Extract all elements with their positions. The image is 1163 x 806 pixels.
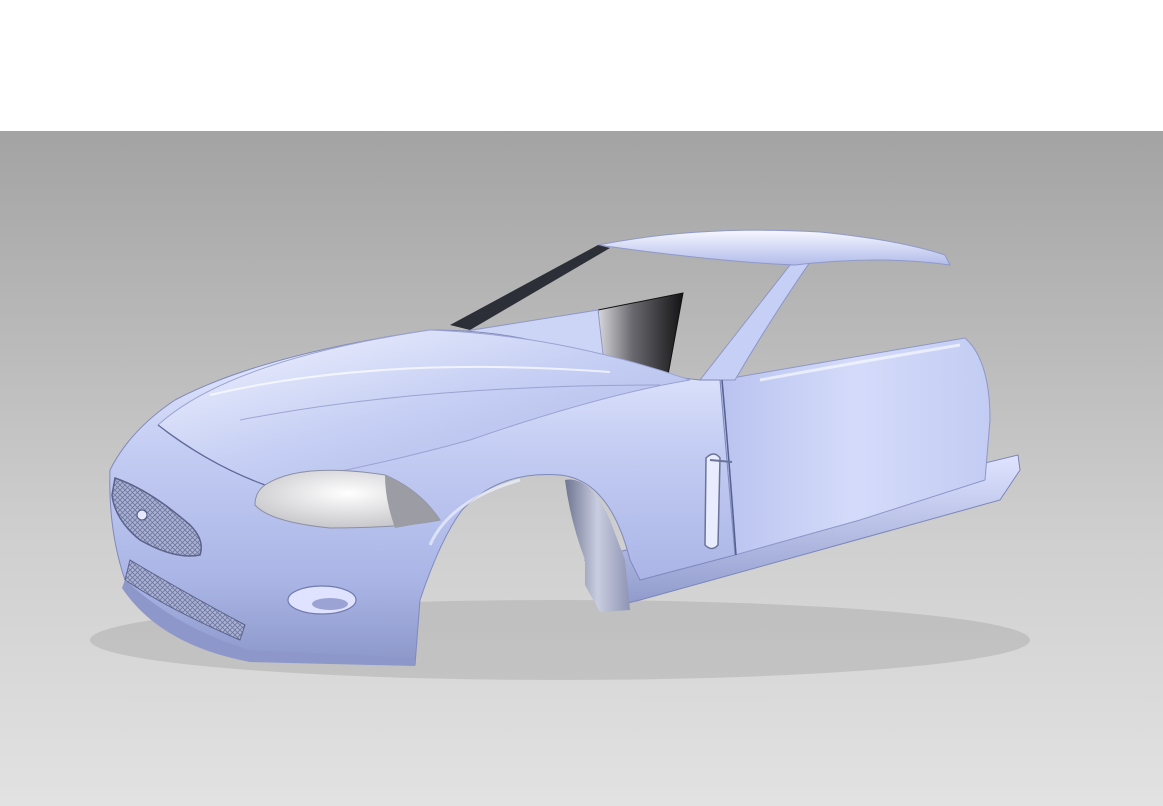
rear-pillar: [698, 261, 812, 381]
badge-icon: [136, 509, 148, 521]
fog-lamp-inner: [312, 598, 348, 610]
render-viewport: [0, 0, 1163, 806]
side-vent: [704, 453, 721, 550]
roof-panel: [597, 229, 951, 266]
car-body-render: [90, 229, 1030, 680]
